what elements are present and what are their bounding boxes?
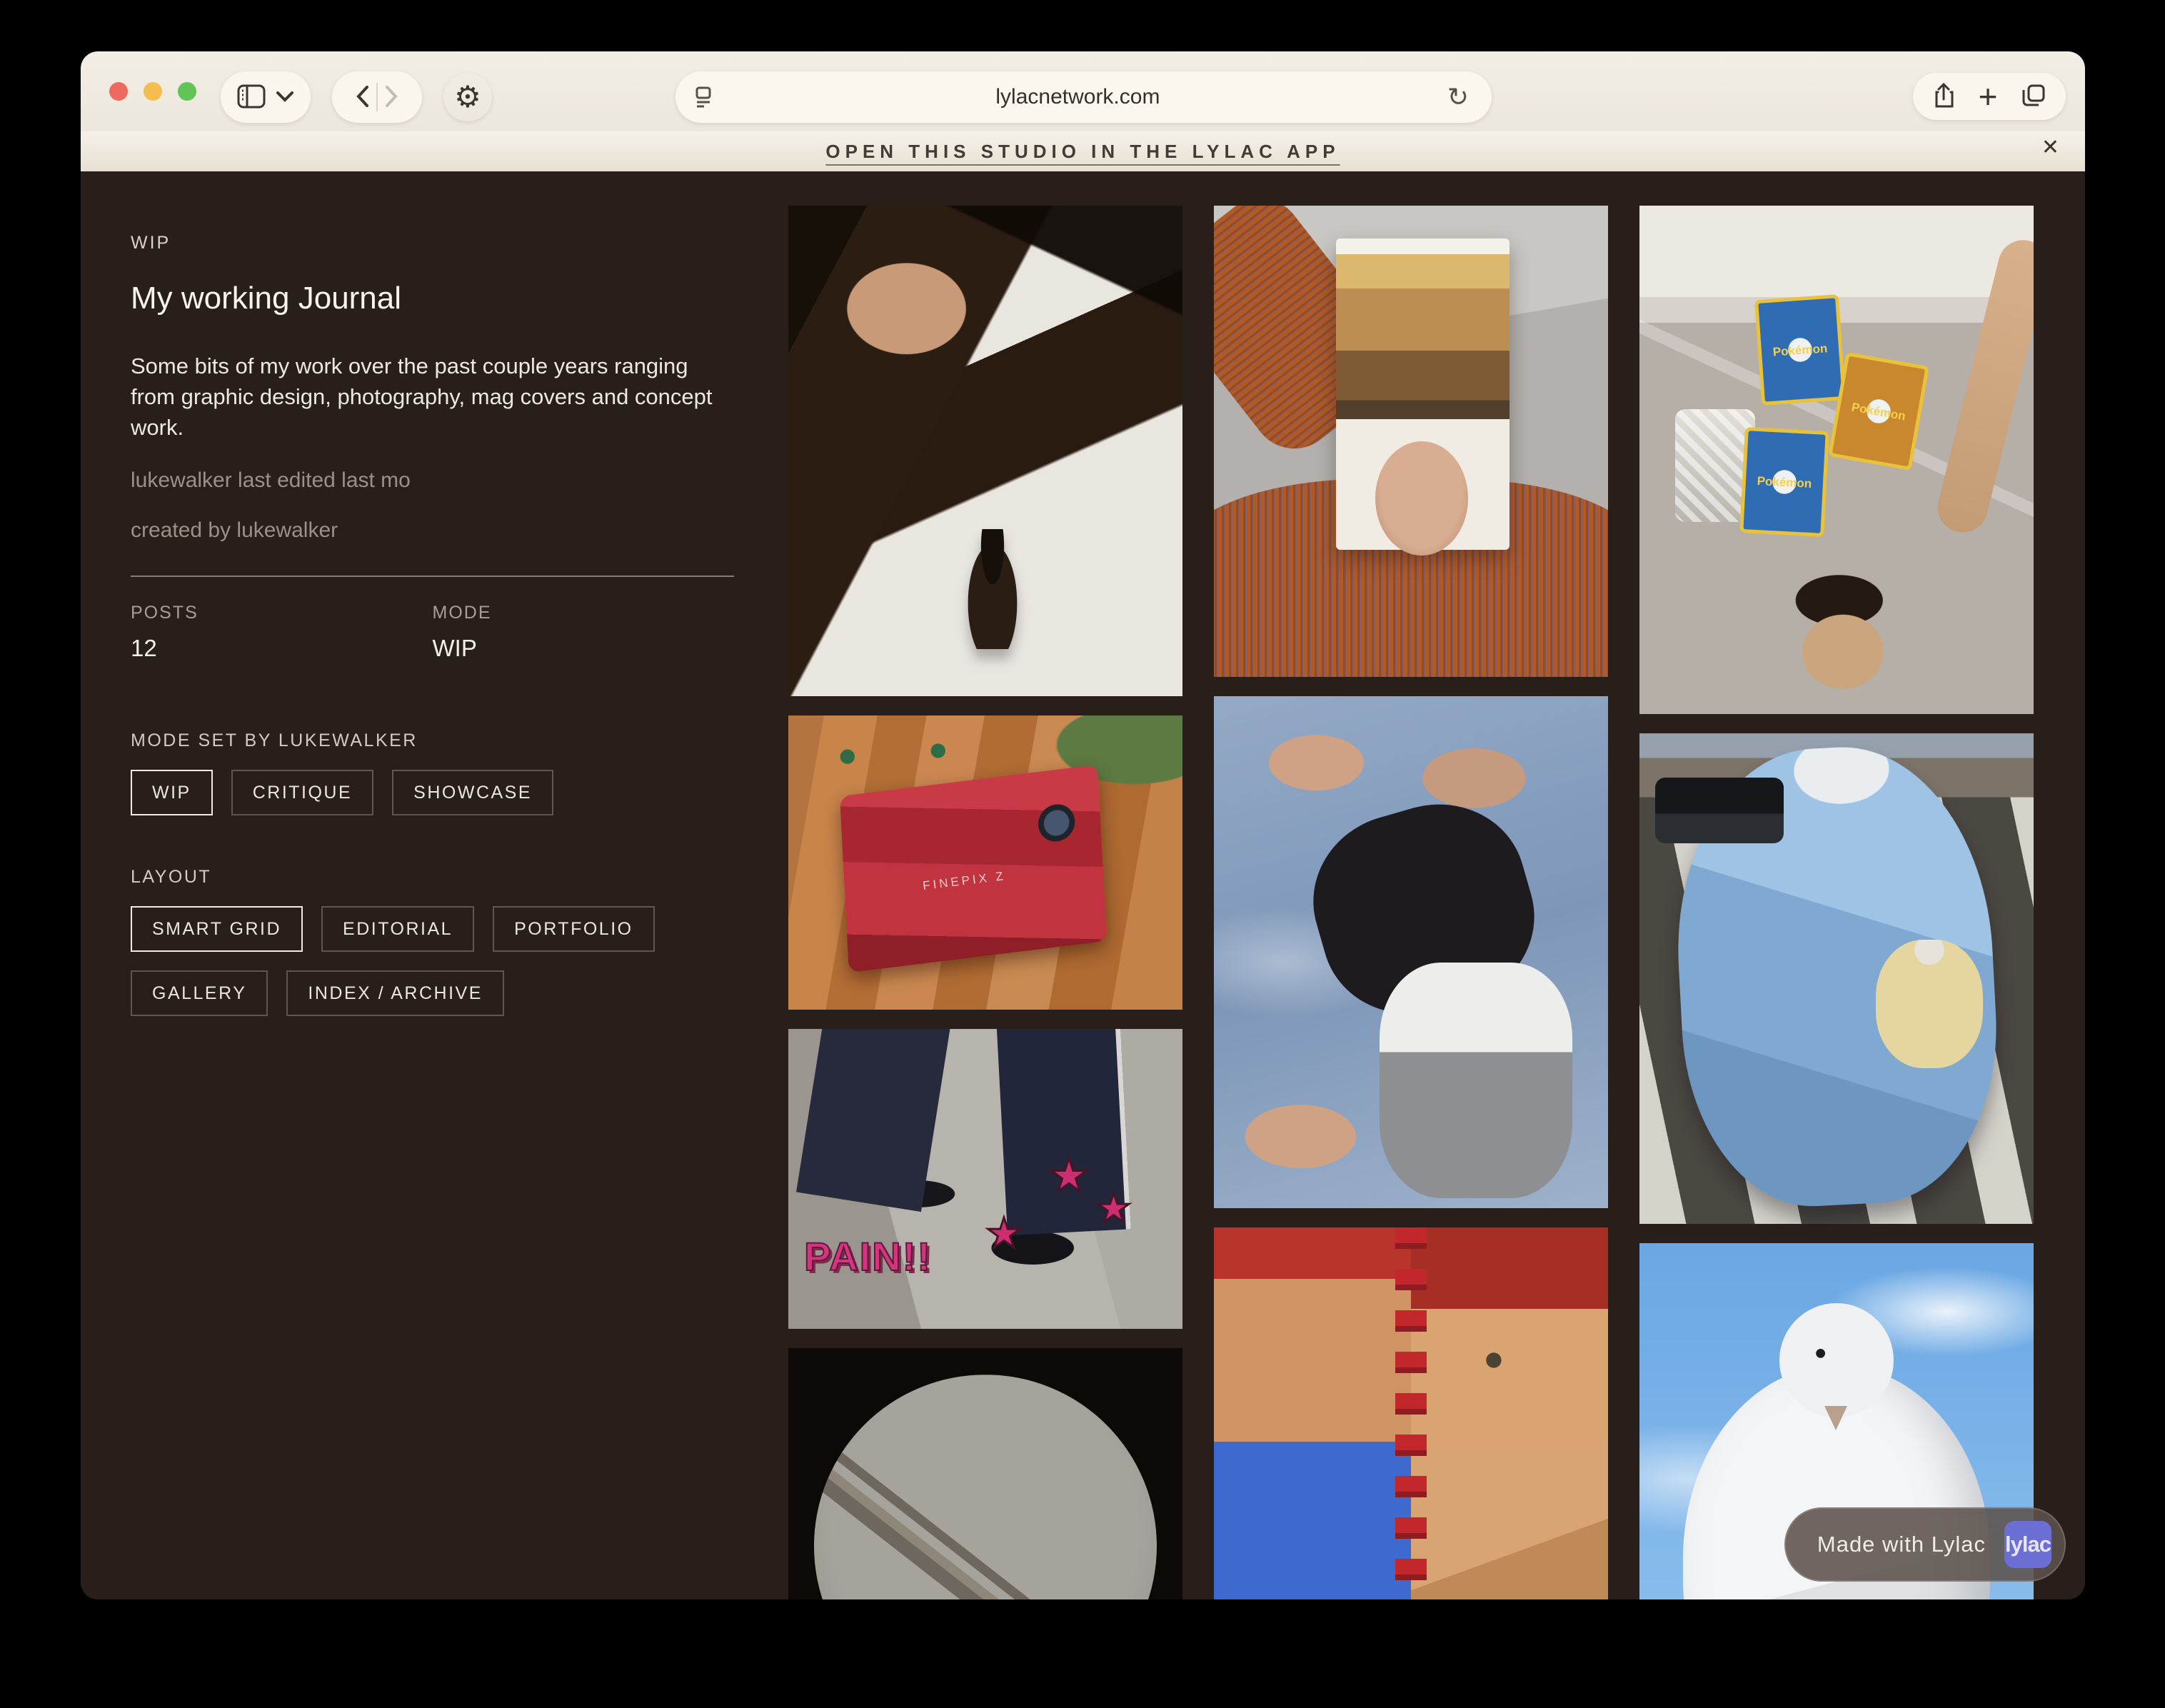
- decor-face: [1375, 441, 1468, 556]
- address-bar[interactable]: lylacnetwork.com ↻: [675, 71, 1492, 123]
- layout-section-label: LAYOUT: [131, 867, 759, 888]
- post-tile-miniature-self[interactable]: [788, 206, 1182, 696]
- share-button[interactable]: [1933, 82, 1954, 111]
- star-icon: ★: [1048, 1149, 1089, 1202]
- pokemon-card: Pokémon: [1739, 427, 1829, 537]
- decor-arm: [1932, 234, 2034, 537]
- post-tile-pain-heels[interactable]: ★ ★ ★ PAIN!!: [788, 1029, 1182, 1329]
- back-button[interactable]: [356, 85, 369, 110]
- studio-description: Some bits of my work over the past coupl…: [131, 351, 730, 443]
- layout-option-editorial[interactable]: EDITORIAL: [321, 906, 474, 952]
- sidebar-toggle-group: [221, 71, 311, 123]
- post-tile-red-camera[interactable]: FINEPIX Z: [788, 715, 1182, 1010]
- mode-option-critique[interactable]: CRITIQUE: [231, 770, 373, 815]
- mode-section-label: MODE SET BY LUKEWALKER: [131, 730, 759, 751]
- gear-icon: ⚙: [454, 82, 481, 112]
- star-icon: ★: [1096, 1185, 1132, 1232]
- reader-page-icon: [694, 86, 713, 109]
- pain-caption-text: PAIN!!: [804, 1233, 932, 1280]
- decor-spiral-binding: [1395, 1227, 1427, 1599]
- decor-quadrant: [1214, 1442, 1411, 1599]
- settings-button[interactable]: ⚙: [443, 73, 492, 121]
- camera-label-text: FINEPIX Z: [922, 869, 1007, 893]
- decor-arm: [1214, 206, 1413, 466]
- layout-option-gallery[interactable]: GALLERY: [131, 970, 268, 1016]
- decor-beak: [1824, 1406, 1847, 1430]
- lylac-logo: lylac: [2004, 1521, 2051, 1568]
- mode-label: MODE: [433, 603, 735, 623]
- close-icon: ✕: [2041, 136, 2059, 159]
- decor-quadrant: [1411, 1442, 1608, 1599]
- last-edited-text: lukewalker last edited last mo: [131, 468, 759, 493]
- sidebar-toggle-button[interactable]: [237, 84, 266, 111]
- layout-option-portfolio[interactable]: PORTFOLIO: [493, 906, 655, 952]
- sidebar-panel-icon: [237, 84, 266, 111]
- tab-overview-button[interactable]: [2021, 84, 2046, 110]
- status-label: WIP: [131, 233, 759, 253]
- made-with-label: Made with Lylac: [1817, 1532, 1986, 1557]
- post-tile-blue-monster[interactable]: [1639, 733, 2034, 1224]
- posts-value: 12: [131, 635, 433, 662]
- post-tile-peephole-road[interactable]: [788, 1348, 1182, 1599]
- close-window-button[interactable]: [109, 82, 128, 101]
- url-text: lylacnetwork.com: [995, 85, 1160, 109]
- reload-icon: ↻: [1447, 82, 1469, 111]
- posts-stat: POSTS 12: [131, 603, 433, 662]
- page-title: My working Journal: [131, 281, 759, 316]
- divider: [131, 576, 734, 577]
- mode-option-showcase[interactable]: SHOWCASE: [392, 770, 553, 815]
- post-tile-magazine-hair[interactable]: [1214, 206, 1608, 677]
- grid-column-1: FINEPIX Z ★ ★ ★ PAIN!!: [788, 206, 1182, 1599]
- banner-close-button[interactable]: ✕: [2037, 134, 2064, 161]
- open-in-app-link[interactable]: OPEN THIS STUDIO IN THE LYLAC APP: [825, 141, 1340, 163]
- posts-label: POSTS: [131, 603, 433, 623]
- decor-car: [1655, 778, 1784, 843]
- post-grid: FINEPIX Z ★ ★ ★ PAIN!!: [788, 206, 2034, 1599]
- app-banner: OPEN THIS STUDIO IN THE LYLAC APP ✕: [81, 131, 2085, 171]
- post-tile-flipbook-collage[interactable]: [1214, 1227, 1608, 1599]
- browser-toolbar: ⚙ lylacnetwork.com ↻ +: [81, 51, 2085, 131]
- grid-column-2: [1214, 206, 1608, 1599]
- post-tile-jumpers-sky[interactable]: [1214, 696, 1608, 1208]
- maximize-window-button[interactable]: [178, 82, 196, 101]
- minimize-window-button[interactable]: [144, 82, 162, 101]
- stacked-squares-icon: [2021, 84, 2046, 110]
- studio-stats: POSTS 12 MODE WIP: [131, 603, 734, 662]
- made-with-lylac-badge[interactable]: Made with Lylac lylac: [1784, 1507, 2066, 1582]
- sidebar-chevron-button[interactable]: [276, 91, 294, 104]
- pokemon-card: Pokémon: [1828, 351, 1929, 470]
- reload-button[interactable]: ↻: [1443, 81, 1473, 113]
- forward-button[interactable]: [385, 85, 398, 110]
- decor-quadrant: [1411, 1227, 1608, 1442]
- decor-quadrant: [1214, 1227, 1411, 1442]
- grid-column-3: Pokémon Pokémon Pokémon: [1639, 206, 2034, 1599]
- created-by-text: created by lukewalker: [131, 518, 759, 543]
- post-tile-pokemon-cards[interactable]: Pokémon Pokémon Pokémon: [1639, 206, 2034, 714]
- star-icon: ★: [985, 1209, 1023, 1257]
- mode-stat: MODE WIP: [433, 603, 735, 662]
- chevron-down-icon: [276, 91, 294, 104]
- chevron-left-icon: [356, 85, 369, 110]
- traffic-lights: [109, 82, 196, 101]
- mode-value: WIP: [433, 635, 735, 662]
- decor-mini-figure: [962, 529, 1023, 649]
- mode-option-wip[interactable]: WIP: [131, 770, 213, 815]
- layout-option-smart-grid[interactable]: SMART GRID: [131, 906, 303, 952]
- mode-options: WIP CRITIQUE SHOWCASE: [131, 770, 773, 815]
- chevron-right-icon: [385, 85, 398, 110]
- layout-options: SMART GRID EDITORIAL PORTFOLIO GALLERY I…: [131, 906, 773, 1016]
- decor-child: [1876, 940, 1983, 1068]
- pokemon-card: Pokémon: [1754, 294, 1846, 406]
- decor-kid-face: [1750, 563, 1936, 714]
- studio-sidebar: WIP My working Journal Some bits of my w…: [131, 171, 759, 1016]
- share-up-arrow-icon: [1933, 82, 1954, 111]
- tab-actions-group: +: [1913, 73, 2066, 120]
- desktop-background: ⚙ lylacnetwork.com ↻ +: [0, 0, 2165, 1708]
- browser-window: ⚙ lylacnetwork.com ↻ +: [81, 51, 2085, 1599]
- navigation-group: [332, 71, 422, 123]
- layout-option-index-archive[interactable]: INDEX / ARCHIVE: [286, 970, 504, 1016]
- studio-page: WIP My working Journal Some bits of my w…: [81, 171, 2085, 1599]
- divider: [376, 83, 378, 111]
